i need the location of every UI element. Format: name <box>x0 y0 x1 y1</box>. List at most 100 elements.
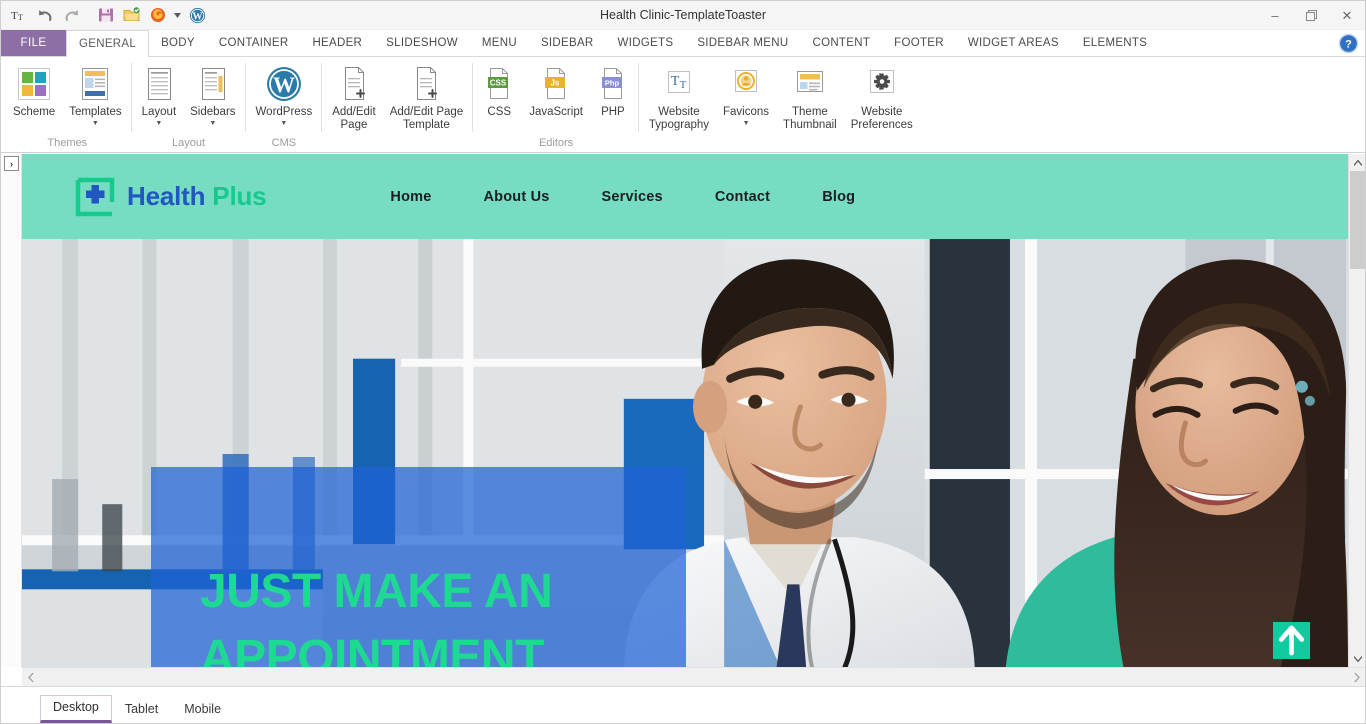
templates-caret-icon[interactable]: ▼ <box>92 120 99 127</box>
scroll-to-top-button[interactable] <box>1273 622 1310 659</box>
wordpress-button[interactable]: W WordPress ▼ <box>249 62 320 127</box>
device-tab-mobile[interactable]: Mobile <box>171 697 234 723</box>
nav-item-services[interactable]: Services <box>602 189 663 205</box>
website-preferences-button[interactable]: Website Preferences <box>844 62 920 131</box>
layout-caret-icon[interactable]: ▼ <box>155 120 162 127</box>
site-logo[interactable]: Health Plus <box>74 176 267 218</box>
ribbon-tab-strip: FILE GENERAL BODY CONTAINER HEADER SLIDE… <box>1 30 1365 57</box>
wordpress-caret-icon[interactable]: ▼ <box>280 120 287 127</box>
sidebars-icon <box>196 65 230 103</box>
theme-thumbnail-button[interactable]: Theme Thumbnail <box>776 62 844 131</box>
ribbon-group-cms: W WordPress ▼ CMS <box>246 57 323 152</box>
templates-label: Templates <box>69 106 122 118</box>
sidebars-caret-icon[interactable]: ▼ <box>209 120 216 127</box>
logo-text-primary: Health <box>127 181 206 211</box>
undo-icon[interactable] <box>33 4 57 26</box>
svg-text:T: T <box>18 13 23 22</box>
tab-general[interactable]: GENERAL <box>66 30 150 57</box>
logo-text-secondary: Plus <box>212 181 267 211</box>
tab-sidebar[interactable]: SIDEBAR <box>529 30 606 56</box>
nav-item-about-us[interactable]: About Us <box>484 189 550 205</box>
tab-widget-areas[interactable]: WIDGET AREAS <box>956 30 1071 56</box>
arrow-up-icon <box>1278 625 1305 656</box>
preview-dropdown-caret-icon[interactable] <box>172 4 183 26</box>
tab-elements[interactable]: ELEMENTS <box>1071 30 1159 56</box>
preview-vertical-scrollbar[interactable] <box>1348 154 1365 667</box>
layout-button[interactable]: Layout ▼ <box>135 62 184 127</box>
php-file-icon: Php <box>598 65 628 103</box>
tab-menu[interactable]: MENU <box>470 30 529 56</box>
ribbon-group-editors: CSS CSS Js JavaScript Php PHP Editors <box>473 57 639 152</box>
favicons-caret-icon[interactable]: ▼ <box>743 120 750 127</box>
nav-item-home[interactable]: Home <box>390 189 431 205</box>
website-preview-canvas[interactable]: Health Plus Home About Us Services Conta… <box>22 154 1348 667</box>
tab-widgets[interactable]: WIDGETS <box>606 30 686 56</box>
window-controls: – ✕ <box>1257 1 1365 30</box>
scroll-up-arrow-icon[interactable] <box>1349 154 1365 171</box>
tab-footer[interactable]: FOOTER <box>882 30 956 56</box>
scroll-right-arrow-icon[interactable] <box>1348 669 1365 686</box>
health-cross-logo-icon <box>74 176 116 218</box>
scheme-button[interactable]: Scheme <box>6 62 62 119</box>
quick-access-toolbar: T T W <box>1 4 209 26</box>
php-editor-label: PHP <box>601 106 625 118</box>
hero-headline: JUST MAKE AN APPOINTMENT <box>200 565 553 667</box>
help-icon[interactable]: ? <box>1338 33 1359 54</box>
svg-text:T: T <box>671 74 680 89</box>
add-edit-page-template-button[interactable]: Add/Edit Page Template <box>383 62 471 131</box>
wordpress-icon: W <box>265 65 303 103</box>
text-tool-icon[interactable]: T T <box>7 4 31 26</box>
typography-icon: T T <box>662 65 696 103</box>
restore-button[interactable] <box>1293 1 1329 30</box>
javascript-editor-button[interactable]: Js JavaScript <box>522 62 590 119</box>
favicons-button[interactable]: Favicons ▼ <box>716 62 776 127</box>
expand-panel-button[interactable]: › <box>4 156 19 171</box>
sidebars-button[interactable]: Sidebars ▼ <box>183 62 242 127</box>
tab-slideshow[interactable]: SLIDESHOW <box>374 30 470 56</box>
ribbon-group-label-layout: Layout <box>172 137 206 149</box>
minimize-button[interactable]: – <box>1257 1 1293 30</box>
ribbon-toolbar: Scheme Templates ▼ Themes Layout ▼ Sideb… <box>1 57 1365 153</box>
nav-item-blog[interactable]: Blog <box>822 189 855 205</box>
tab-file[interactable]: FILE <box>1 30 66 56</box>
device-tab-desktop[interactable]: Desktop <box>40 695 112 723</box>
php-editor-button[interactable]: Php PHP <box>590 62 636 119</box>
templates-button[interactable]: Templates ▼ <box>62 62 128 127</box>
nav-item-contact[interactable]: Contact <box>715 189 770 205</box>
theme-thumbnail-label: Theme Thumbnail <box>783 106 837 131</box>
scroll-down-arrow-icon[interactable] <box>1349 650 1365 667</box>
ribbon-group-label-site-tools <box>642 135 920 152</box>
website-typography-button[interactable]: T T Website Typography <box>642 62 716 131</box>
tab-header[interactable]: HEADER <box>300 30 374 56</box>
scroll-left-arrow-icon[interactable] <box>22 669 39 686</box>
wordpress-icon[interactable]: W <box>185 4 209 26</box>
device-tab-tablet[interactable]: Tablet <box>112 697 171 723</box>
website-preferences-gear-icon <box>865 65 899 103</box>
save-icon[interactable] <box>94 4 118 26</box>
svg-text:W: W <box>192 11 202 22</box>
add-edit-page-template-icon <box>410 65 442 103</box>
tab-content[interactable]: CONTENT <box>800 30 882 56</box>
preview-horizontal-scrollbar[interactable] <box>22 667 1365 686</box>
firefox-preview-icon[interactable] <box>146 4 170 26</box>
add-edit-page-button[interactable]: Add/Edit Page <box>325 62 382 131</box>
close-button[interactable]: ✕ <box>1329 1 1365 30</box>
ribbon-group-themes: Scheme Templates ▼ Themes <box>3 57 132 152</box>
css-editor-button[interactable]: CSS CSS <box>476 62 522 119</box>
site-header: Health Plus Home About Us Services Conta… <box>22 154 1348 239</box>
css-file-icon: CSS <box>484 65 514 103</box>
application-window: T T W Health Clinic-TemplateToaster – ✕ … <box>0 0 1366 724</box>
redo-icon[interactable] <box>59 4 83 26</box>
wordpress-label: WordPress <box>255 106 313 118</box>
favicon-icon <box>729 65 763 103</box>
export-icon[interactable] <box>120 4 144 26</box>
hero-slideshow[interactable]: JUST MAKE AN APPOINTMENT <box>22 239 1348 667</box>
theme-thumbnail-icon <box>793 65 827 103</box>
tab-container[interactable]: CONTAINER <box>207 30 301 56</box>
ribbon-group-label-cms: CMS <box>271 137 297 149</box>
tab-body[interactable]: BODY <box>149 30 207 56</box>
ribbon-group-label-pages <box>325 135 470 152</box>
workspace: › Health Plus Home About Us Services Con… <box>1 154 1365 667</box>
vertical-scroll-thumb[interactable] <box>1350 171 1365 269</box>
tab-sidebar-menu[interactable]: SIDEBAR MENU <box>685 30 800 56</box>
